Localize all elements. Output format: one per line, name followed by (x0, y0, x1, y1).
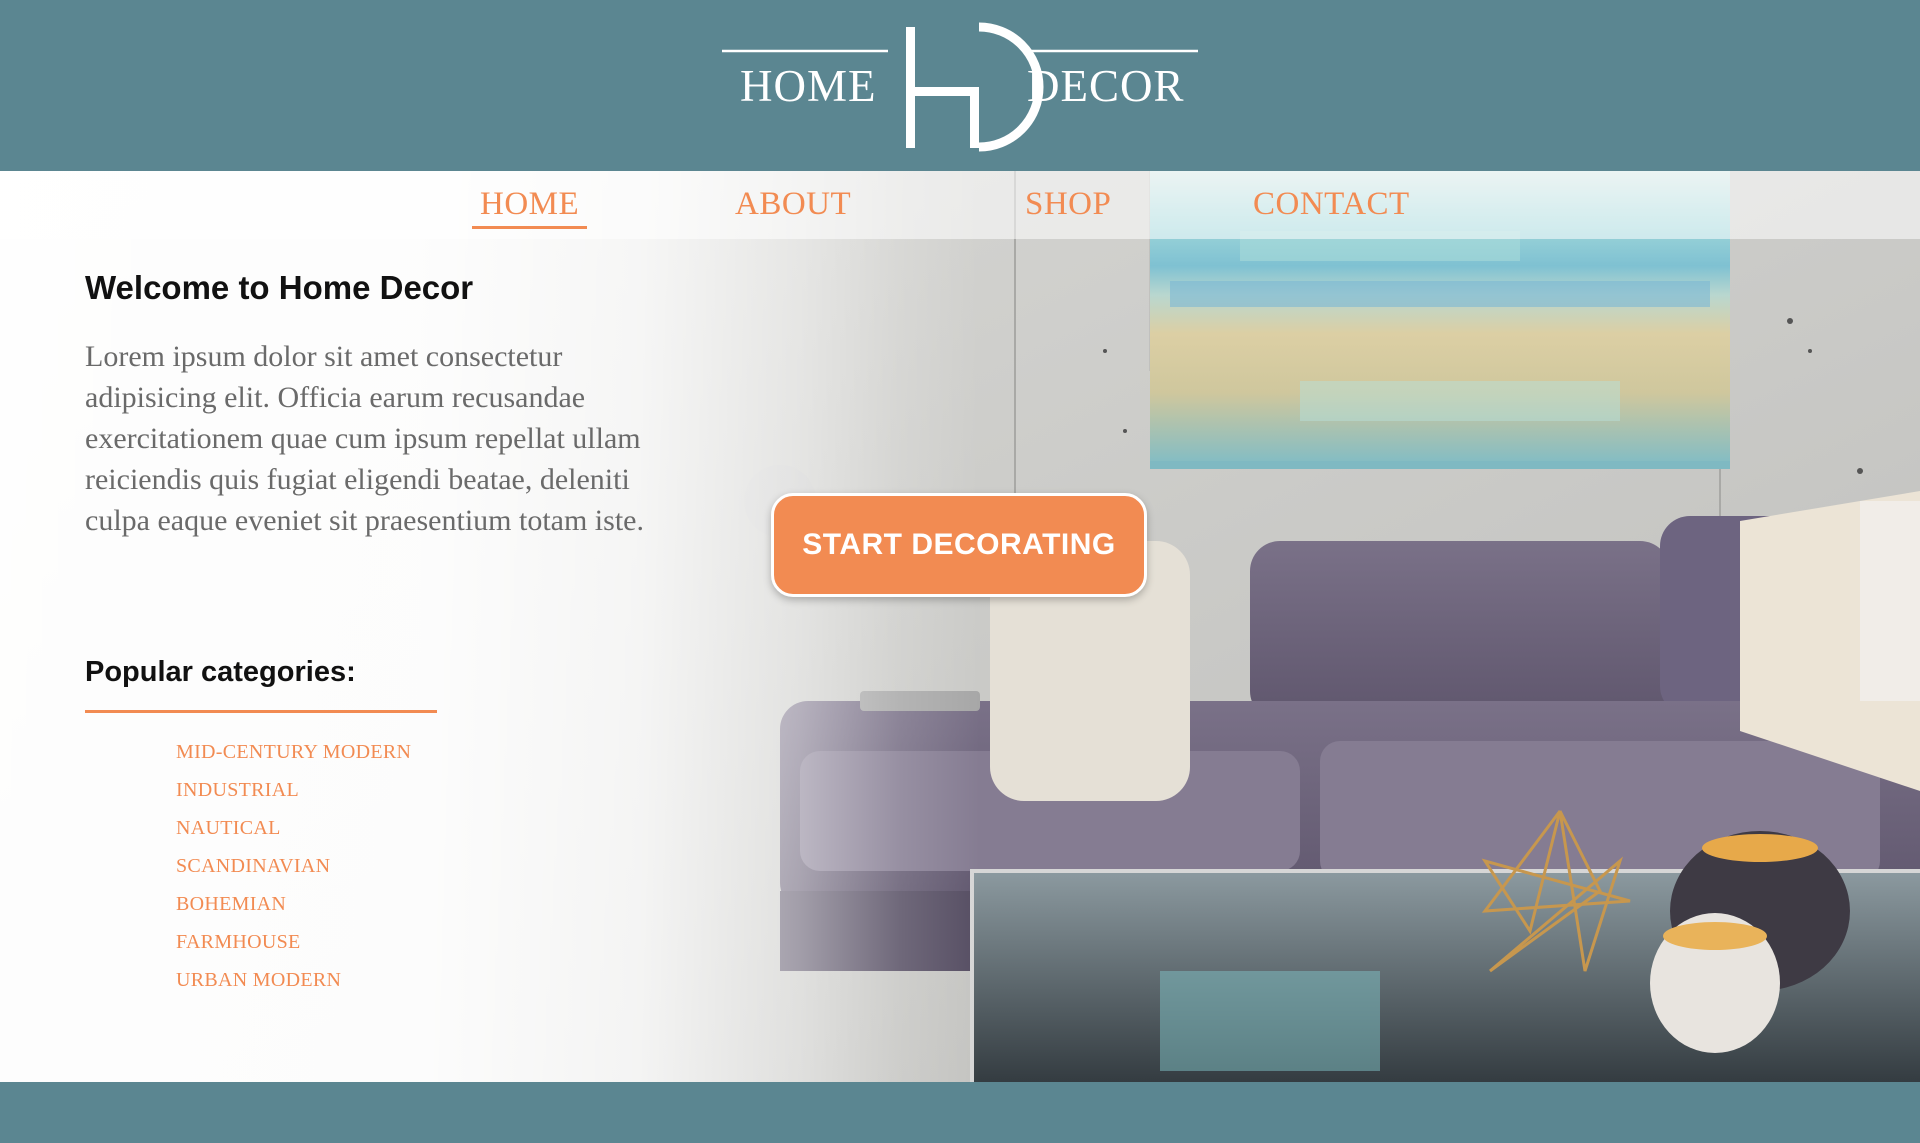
categories-list: MID-CENTURY MODERN INDUSTRIAL NAUTICAL S… (176, 733, 411, 999)
category-scandinavian[interactable]: SCANDINAVIAN (176, 847, 411, 885)
categories-title: Popular categories: (85, 656, 356, 688)
nav-about[interactable]: ABOUT (735, 186, 851, 223)
site-header: HOME DECOR (0, 0, 1920, 171)
brand-logo[interactable]: HOME DECOR (720, 22, 1200, 152)
page-title: Welcome to Home Decor (85, 269, 474, 306)
category-mid-century-modern[interactable]: MID-CENTURY MODERN (176, 733, 411, 771)
nav-shop[interactable]: SHOP (1025, 186, 1111, 223)
category-bohemian[interactable]: BOHEMIAN (176, 885, 411, 923)
hero-section: HOME ABOUT SHOP CONTACT Welcome to Home … (0, 171, 1920, 1082)
category-nautical[interactable]: NAUTICAL (176, 809, 411, 847)
category-urban-modern[interactable]: URBAN MODERN (176, 961, 411, 999)
start-decorating-button[interactable]: START DECORATING (771, 493, 1147, 597)
main-nav: HOME ABOUT SHOP CONTACT (0, 171, 1920, 239)
nav-home[interactable]: HOME (471, 186, 588, 229)
site-footer (0, 1082, 1920, 1143)
category-farmhouse[interactable]: FARMHOUSE (176, 923, 411, 961)
nav-contact[interactable]: CONTACT (1253, 186, 1410, 223)
category-industrial[interactable]: INDUSTRIAL (176, 771, 411, 809)
intro-text: Lorem ipsum dolor sit amet consectetur a… (85, 340, 644, 537)
brand-decor-text: DECOR (1027, 61, 1185, 111)
brand-home-text: HOME (740, 61, 877, 111)
categories-divider (85, 710, 437, 713)
